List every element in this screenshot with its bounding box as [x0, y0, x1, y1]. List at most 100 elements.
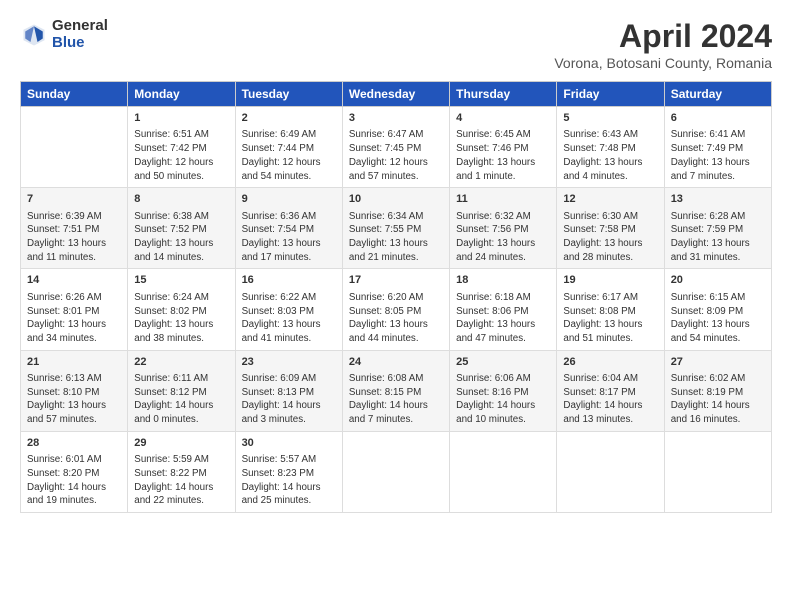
daylight-text: Daylight: 13 hours and 7 minutes. [671, 156, 765, 183]
day-number: 13 [671, 192, 765, 207]
sunrise-text: Sunrise: 6:09 AM [242, 372, 336, 386]
daylight-text: Daylight: 14 hours and 7 minutes. [349, 399, 443, 426]
daylight-text: Daylight: 13 hours and 38 minutes. [134, 318, 228, 345]
sunrise-text: Sunrise: 6:51 AM [134, 128, 228, 142]
sunset-text: Sunset: 7:49 PM [671, 142, 765, 156]
daylight-text: Daylight: 12 hours and 54 minutes. [242, 156, 336, 183]
day-number: 17 [349, 273, 443, 288]
calendar-cell: 6Sunrise: 6:41 AMSunset: 7:49 PMDaylight… [664, 107, 771, 188]
calendar-cell: 15Sunrise: 6:24 AMSunset: 8:02 PMDayligh… [128, 269, 235, 350]
sunset-text: Sunset: 8:19 PM [671, 386, 765, 400]
header-tuesday: Tuesday [235, 82, 342, 107]
logo: General Blue [20, 18, 108, 51]
sunset-text: Sunset: 7:59 PM [671, 223, 765, 237]
calendar-cell: 17Sunrise: 6:20 AMSunset: 8:05 PMDayligh… [342, 269, 449, 350]
calendar-page: General Blue April 2024 Vorona, Botosani… [0, 0, 792, 612]
sunset-text: Sunset: 8:06 PM [456, 305, 550, 319]
sunrise-text: Sunrise: 6:22 AM [242, 291, 336, 305]
sunrise-text: Sunrise: 6:41 AM [671, 128, 765, 142]
sunset-text: Sunset: 8:05 PM [349, 305, 443, 319]
sunset-text: Sunset: 7:55 PM [349, 223, 443, 237]
calendar-cell: 10Sunrise: 6:34 AMSunset: 7:55 PMDayligh… [342, 188, 449, 269]
calendar-cell: 13 Sunrise: 6:28 AMSunset: 7:59 PMDayligh… [664, 188, 771, 269]
calendar-cell: 11Sunrise: 6:32 AMSunset: 7:56 PMDayligh… [450, 188, 557, 269]
sunset-text: Sunset: 8:01 PM [27, 305, 121, 319]
sunrise-text: Sunrise: 6:01 AM [27, 453, 121, 467]
day-number: 21 [27, 355, 121, 370]
calendar-cell: 5Sunrise: 6:43 AMSunset: 7:48 PMDaylight… [557, 107, 664, 188]
sunrise-text: Sunrise: 6:11 AM [134, 372, 228, 386]
daylight-text: Daylight: 13 hours and 57 minutes. [27, 399, 121, 426]
daylight-text: Daylight: 12 hours and 57 minutes. [349, 156, 443, 183]
header-thursday: Thursday [450, 82, 557, 107]
day-number: 9 [242, 192, 336, 207]
calendar-week-row-4: 28Sunrise: 6:01 AMSunset: 8:20 PMDayligh… [21, 431, 772, 512]
header: General Blue April 2024 Vorona, Botosani… [20, 18, 772, 71]
sunset-text: Sunset: 7:45 PM [349, 142, 443, 156]
sunset-text: Sunset: 8:23 PM [242, 467, 336, 481]
sunrise-text: Sunrise: 6:15 AM [671, 291, 765, 305]
calendar-cell: 7Sunrise: 6:39 AMSunset: 7:51 PMDaylight… [21, 188, 128, 269]
day-number: 23 [242, 355, 336, 370]
sunrise-text: Sunrise: 6:45 AM [456, 128, 550, 142]
weekday-header-row: Sunday Monday Tuesday Wednesday Thursday… [21, 82, 772, 107]
sunrise-text: Sunrise: 6:26 AM [27, 291, 121, 305]
day-number: 15 [134, 273, 228, 288]
calendar-cell: 29 Sunrise: 5:59 AMSunset: 8:22 PMDayligh… [128, 431, 235, 512]
sunrise-text: Sunrise: 6:32 AM [456, 210, 550, 224]
header-saturday: Saturday [664, 82, 771, 107]
sunset-text: Sunset: 7:46 PM [456, 142, 550, 156]
daylight-text: Daylight: 13 hours and 14 minutes. [134, 237, 228, 264]
logo-blue: Blue [52, 35, 108, 52]
day-number: 8 [134, 192, 228, 207]
calendar-week-row-0: 1Sunrise: 6:51 AMSunset: 7:42 PMDaylight… [21, 107, 772, 188]
sunset-text: Sunset: 8:12 PM [134, 386, 228, 400]
sunset-text: Sunset: 8:10 PM [27, 386, 121, 400]
sunrise-text: Sunrise: 5:59 AM [134, 453, 228, 467]
sunset-text: Sunset: 7:54 PM [242, 223, 336, 237]
sunset-text: Sunset: 8:15 PM [349, 386, 443, 400]
day-number: 29 [134, 436, 228, 451]
daylight-text: Daylight: 13 hours and 4 minutes. [563, 156, 657, 183]
calendar-cell: 21Sunrise: 6:13 AMSunset: 8:10 PMDayligh… [21, 350, 128, 431]
day-number: 5 [563, 111, 657, 126]
calendar-week-row-2: 14 Sunrise: 6:26 AMSunset: 8:01 PM Dayligh… [21, 269, 772, 350]
logo-general: General [52, 18, 108, 35]
sunrise-text: Sunrise: 6:30 AM [563, 210, 657, 224]
sunset-text: Sunset: 7:52 PM [134, 223, 228, 237]
daylight-text: Daylight: 14 hours and 22 minutes. [134, 481, 228, 508]
day-number: 22 [134, 355, 228, 370]
logo-text: General Blue [52, 18, 108, 51]
daylight-text: Daylight: 14 hours and 19 minutes. [27, 481, 121, 508]
calendar-cell: 22Sunrise: 6:11 AMSunset: 8:12 PMDayligh… [128, 350, 235, 431]
sunset-text: Sunset: 7:58 PM [563, 223, 657, 237]
day-number: 27 [671, 355, 765, 370]
header-sunday: Sunday [21, 82, 128, 107]
sunset-text: Sunset: 8:17 PM [563, 386, 657, 400]
calendar-cell: 9Sunrise: 6:36 AMSunset: 7:54 PMDaylight… [235, 188, 342, 269]
calendar-week-row-3: 21Sunrise: 6:13 AMSunset: 8:10 PMDayligh… [21, 350, 772, 431]
day-number: 25 [456, 355, 550, 370]
location: Vorona, Botosani County, Romania [554, 55, 772, 71]
daylight-text: Daylight: 13 hours and 31 minutes. [671, 237, 765, 264]
day-number: 4 [456, 111, 550, 126]
calendar-cell [450, 431, 557, 512]
calendar-cell [342, 431, 449, 512]
sunrise-text: Sunrise: 6:04 AM [563, 372, 657, 386]
day-number: 14 [27, 273, 121, 288]
day-number: 18 [456, 273, 550, 288]
daylight-text: Daylight: 13 hours and 11 minutes. [27, 237, 121, 264]
calendar-cell [21, 107, 128, 188]
calendar-cell [664, 431, 771, 512]
sunrise-text: Sunrise: 5:57 AM [242, 453, 336, 467]
sunrise-text: Sunrise: 6:39 AM [27, 210, 121, 224]
calendar-cell: 3Sunrise: 6:47 AMSunset: 7:45 PMDaylight… [342, 107, 449, 188]
day-number: 28 [27, 436, 121, 451]
sunset-text: Sunset: 8:16 PM [456, 386, 550, 400]
sunset-text: Sunset: 8:22 PM [134, 467, 228, 481]
daylight-text: Daylight: 13 hours and 17 minutes. [242, 237, 336, 264]
day-number: 7 [27, 192, 121, 207]
sunrise-text: Sunrise: 6:28 AM [671, 210, 765, 224]
sunrise-text: Sunrise: 6:06 AM [456, 372, 550, 386]
sunrise-text: Sunrise: 6:49 AM [242, 128, 336, 142]
